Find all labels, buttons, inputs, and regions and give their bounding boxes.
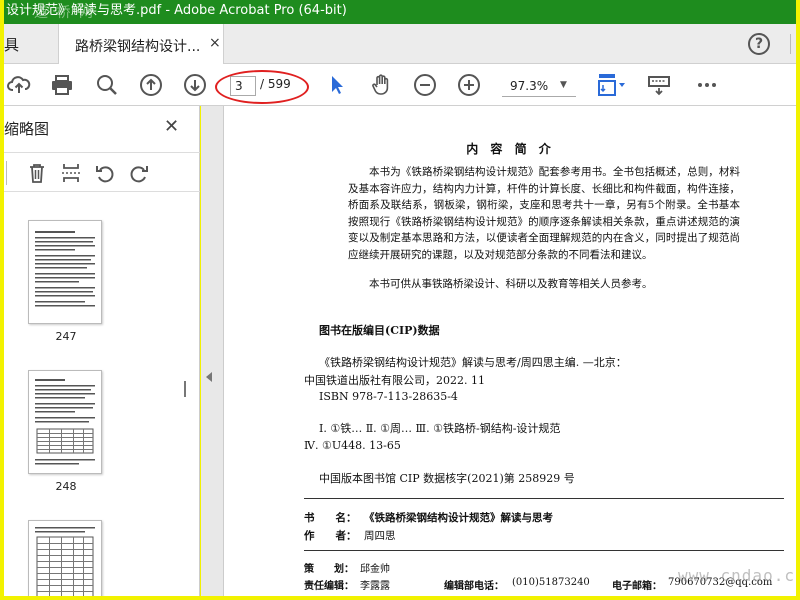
thumbnail-panel-title: 缩略图: [4, 120, 50, 138]
phone-value: (010)51873240: [512, 577, 590, 588]
cip-line-5: Ⅳ. ①U448. 13-65: [304, 439, 401, 452]
zoom-in-icon[interactable]: [456, 72, 482, 98]
planner-value: 邱金帅: [360, 564, 390, 575]
print-icon[interactable]: [49, 72, 75, 98]
panel-resize-handle[interactable]: [184, 381, 186, 397]
chevron-down-icon: ▼: [560, 80, 567, 90]
thumbnail-label: 248: [55, 480, 77, 493]
app-window: 设计规范》解读与思考.pdf - Adobe Acrobat Pro (64-b…: [4, 0, 796, 596]
highlight-ellipse: [215, 70, 309, 104]
document-page: 内 容 简 介 本书为《铁路桥梁钢结构设计规范》配套参考用书。全书包括概述，总则…: [223, 106, 796, 596]
planner-label: 策 划：: [304, 564, 354, 575]
rotate-right-icon[interactable]: [126, 160, 152, 186]
watermark-top: 道 桥 网: [34, 5, 95, 21]
tab-document[interactable]: 路桥梁钢结构设计... ×: [58, 24, 224, 64]
book-name-label: 书 名：: [304, 512, 357, 524]
editor-value: 李露露: [360, 581, 390, 592]
cip-line-3: ISBN 978-7-113-28635-4: [319, 390, 458, 403]
document-viewport[interactable]: 内 容 简 介 本书为《铁路桥梁钢结构设计规范》配套参考用书。全书包括概述，总则…: [201, 106, 796, 596]
tabbar-divider: [790, 34, 794, 54]
thumbnail-page-249[interactable]: [28, 520, 102, 596]
keyboard-icon[interactable]: [646, 72, 672, 98]
thumbnail-page-247[interactable]: [28, 220, 102, 324]
previous-page-icon[interactable]: [138, 72, 164, 98]
select-cursor-icon[interactable]: [324, 72, 350, 98]
divider-line: [304, 550, 784, 551]
tab-close-icon[interactable]: ×: [209, 35, 221, 51]
cip-line-6: 中国版本图书馆 CIP 数据核字(2021)第 258929 号: [319, 472, 575, 485]
watermark-bottom: www.cndao.com: [678, 566, 796, 585]
summary-heading: 内 容 简 介: [466, 142, 555, 156]
upload-icon[interactable]: [6, 72, 32, 98]
cip-heading: 图书在版编目(CIP)数据: [319, 324, 440, 337]
toolbar-divider: [6, 161, 7, 185]
divider-line: [304, 498, 784, 499]
book-name-value: 《铁路桥梁钢结构设计规范》解读与思考: [364, 512, 553, 524]
trash-icon[interactable]: [24, 160, 50, 186]
thumbnail-page-248[interactable]: [28, 370, 102, 474]
zoom-level-dropdown[interactable]: 97.3% ▼: [502, 77, 576, 97]
thumbnail-label: 247: [55, 330, 77, 343]
hand-tool-icon[interactable]: [368, 72, 394, 98]
zoom-out-icon[interactable]: [412, 72, 438, 98]
window-title-bar: 设计规范》解读与思考.pdf - Adobe Acrobat Pro (64-b…: [4, 0, 796, 24]
main-toolbar: 3 / 599 97.3% ▼: [4, 64, 796, 106]
tools-tab-label[interactable]: 具: [4, 34, 19, 55]
email-label: 电子邮箱：: [612, 581, 662, 592]
thumbnail-panel: 缩略图 ✕ 247 248: [4, 106, 200, 596]
cip-line-1: 《铁路桥梁钢结构设计规范》解读与思考/周四思主编. —北京：: [319, 356, 627, 369]
zoom-search-icon[interactable]: [94, 72, 120, 98]
next-page-icon[interactable]: [182, 72, 208, 98]
zoom-level-value: 97.3%: [510, 79, 549, 93]
collapse-panel-icon[interactable]: [206, 372, 212, 382]
more-options-icon[interactable]: [694, 72, 720, 98]
cip-line-4: Ⅰ. ①铁… Ⅱ. ①周… Ⅲ. ①铁路桥-钢结构-设计规范: [319, 422, 561, 435]
editor-label: 责任编辑：: [304, 581, 354, 592]
phone-label: 编辑部电话：: [444, 581, 504, 592]
summary-paragraph-2: 本书可供从事铁路桥梁设计、科研以及教育等相关人员参考。: [369, 278, 653, 290]
author-value: 周四思: [364, 530, 396, 542]
summary-paragraph-1: 本书为《铁路桥梁钢结构设计规范》配套参考用书。全书包括概述，总则，材料及基本容许…: [348, 166, 740, 261]
insert-page-icon[interactable]: [58, 160, 84, 186]
thumbnail-toolbar: [4, 152, 200, 192]
help-icon[interactable]: ?: [748, 33, 770, 55]
close-icon[interactable]: ✕: [164, 116, 179, 137]
cip-line-2: 中国铁道出版社有限公司，2022. 11: [304, 374, 485, 387]
page-display-icon[interactable]: [594, 72, 630, 98]
tab-bar: 具 路桥梁钢结构设计... × ?: [4, 24, 796, 64]
author-label: 作 者：: [304, 530, 357, 542]
rotate-left-icon[interactable]: [92, 160, 118, 186]
tab-document-label: 路桥梁钢结构设计...: [75, 39, 201, 55]
